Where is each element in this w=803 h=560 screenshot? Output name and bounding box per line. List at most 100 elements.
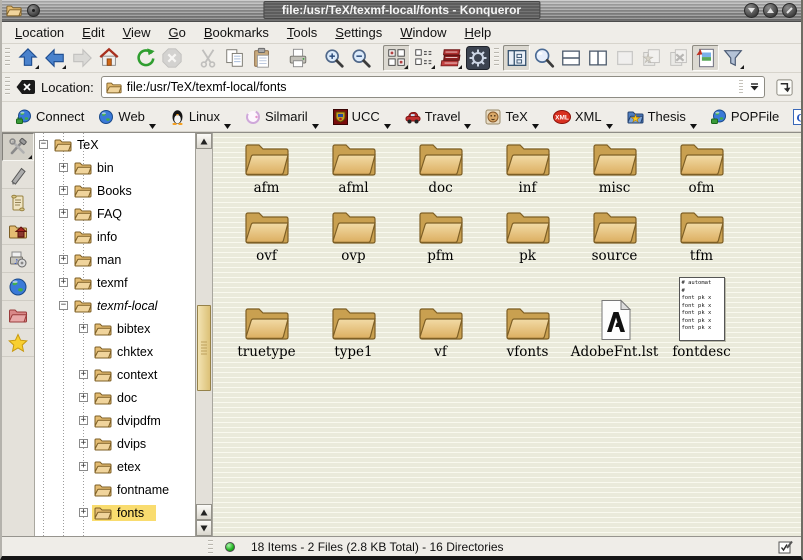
tree-item[interactable]: + Books <box>35 179 195 202</box>
menu-item[interactable]: Location <box>6 23 73 42</box>
sticky-button[interactable] <box>27 4 40 17</box>
sidebar-tab-services[interactable]: ♪ <box>2 245 34 273</box>
home-button[interactable] <box>95 45 122 71</box>
bookmark-travel[interactable]: Travel <box>398 102 479 131</box>
file-item[interactable]: type1 <box>310 305 397 360</box>
file-item[interactable]: vfonts <box>484 305 571 360</box>
tree-item[interactable]: − TeX <box>35 133 195 156</box>
menu-item[interactable]: Tools <box>278 23 326 42</box>
menu-item[interactable]: Settings <box>326 23 391 42</box>
file-item[interactable]: ofm <box>658 141 745 196</box>
zoom-in-button[interactable] <box>320 45 347 71</box>
tree-item[interactable]: + fonts <box>35 501 195 524</box>
find-button[interactable] <box>530 45 557 71</box>
maximize-button[interactable] <box>763 3 778 18</box>
tree-item[interactable]: chktex <box>35 340 195 363</box>
tree-toggle[interactable]: + <box>59 255 68 264</box>
forward-button[interactable] <box>68 45 95 71</box>
file-item[interactable]: afm <box>223 141 310 196</box>
tree-item[interactable]: + context <box>35 363 195 386</box>
scroll-up-button[interactable] <box>196 133 212 149</box>
file-item[interactable]: AdobeFnt.lst <box>571 299 658 360</box>
icon-view-button[interactable] <box>383 45 410 71</box>
split-left-right-button[interactable] <box>584 45 611 71</box>
tree-toggle[interactable]: + <box>59 186 68 195</box>
file-item[interactable]: ovp <box>310 209 397 264</box>
toolbar-handle[interactable] <box>5 48 10 68</box>
titlebar[interactable]: file:/usr/TeX/texmf-local/fonts - Konque… <box>2 0 801 22</box>
scrollbar-thumb[interactable] <box>197 305 211 391</box>
sidebar-tab-bookmarks-star[interactable] <box>2 329 34 357</box>
toolbar-handle[interactable] <box>494 48 499 68</box>
location-combobox[interactable] <box>101 76 765 98</box>
file-item[interactable]: doc <box>397 141 484 196</box>
menu-item[interactable]: Help <box>456 23 501 42</box>
bookmark-connect[interactable]: Connect <box>9 102 91 131</box>
up-button[interactable] <box>14 45 41 71</box>
file-item[interactable]: # automat # font pk x font pk x font pk … <box>658 277 745 360</box>
tree-item[interactable]: info <box>35 225 195 248</box>
tree-toggle[interactable]: − <box>59 301 68 310</box>
tree-item[interactable]: + doc <box>35 386 195 409</box>
location-input[interactable] <box>122 80 739 94</box>
tree-toggle[interactable]: + <box>79 324 88 333</box>
tree-toggle[interactable]: + <box>59 163 68 172</box>
close-button[interactable] <box>782 3 797 18</box>
tree-item[interactable]: + texmf <box>35 271 195 294</box>
bookmark-tex[interactable]: TeX <box>478 102 545 131</box>
menu-item[interactable]: Go <box>160 23 195 42</box>
tree-item[interactable]: + bin <box>35 156 195 179</box>
tree-toggle[interactable]: + <box>79 370 88 379</box>
file-item[interactable]: ovf <box>223 209 310 264</box>
folder-view[interactable]: afm <box>212 133 801 536</box>
file-item[interactable]: pk <box>484 209 571 264</box>
file-item[interactable]: afml <box>310 141 397 196</box>
tree-toggle[interactable]: + <box>59 278 68 287</box>
stop-button[interactable] <box>158 45 185 71</box>
statusbar-settings-button[interactable] <box>778 540 793 554</box>
tree-toggle[interactable]: + <box>79 508 88 517</box>
tree-toggle[interactable]: + <box>79 439 88 448</box>
tree-item[interactable]: + man <box>35 248 195 271</box>
bookmark-web[interactable]: Web <box>91 102 163 131</box>
tree-scrollbar[interactable] <box>195 133 212 536</box>
scroll-up-button-2[interactable] <box>196 504 212 520</box>
tree-toggle[interactable]: + <box>79 416 88 425</box>
list-view-button[interactable] <box>410 45 437 71</box>
zoom-out-button[interactable] <box>347 45 374 71</box>
cut-button[interactable] <box>194 45 221 71</box>
split-top-bottom-button[interactable] <box>557 45 584 71</box>
sidebar-tab-history[interactable] <box>2 189 34 217</box>
tree-item[interactable]: + FAQ <box>35 202 195 225</box>
tree-item[interactable]: − texmf-local <box>35 294 195 317</box>
sidebar-toggle-button[interactable] <box>503 45 530 71</box>
gear-extension-button[interactable] <box>464 45 491 71</box>
bookmark-xml[interactable]: XML XML <box>546 102 620 131</box>
tree-toggle[interactable]: − <box>39 140 48 149</box>
tree-item[interactable]: + dvipdfm <box>35 409 195 432</box>
sidebar-tab-root-folder[interactable] <box>2 301 34 329</box>
close-view-button[interactable] <box>611 45 638 71</box>
sidebar-tab-home[interactable] <box>2 217 34 245</box>
menu-item[interactable]: Edit <box>73 23 113 42</box>
bookmark-thesis[interactable]: Thesis <box>620 102 704 131</box>
tree-item[interactable]: + etex <box>35 455 195 478</box>
thumbnail-preview-button[interactable] <box>692 45 719 71</box>
file-item[interactable]: truetype <box>223 305 310 360</box>
bookmark-silmaril[interactable]: Silmaril <box>238 102 326 131</box>
bookmark-popfile[interactable]: POPFile <box>704 102 786 131</box>
new-tab-button[interactable] <box>638 45 665 71</box>
print-button[interactable] <box>284 45 311 71</box>
bookmark-google[interactable]: G Google <box>786 102 803 131</box>
clear-location-button[interactable] <box>14 74 38 100</box>
reload-button[interactable] <box>131 45 158 71</box>
toolbar-handle[interactable] <box>5 77 10 97</box>
file-item[interactable]: tfm <box>658 209 745 264</box>
tree-item[interactable]: + dvips <box>35 432 195 455</box>
file-item[interactable]: misc <box>571 141 658 196</box>
scroll-down-button[interactable] <box>196 520 212 536</box>
window-menu-folder-icon[interactable] <box>6 4 22 17</box>
file-item[interactable]: pfm <box>397 209 484 264</box>
paste-button[interactable] <box>248 45 275 71</box>
tree-toggle[interactable]: + <box>79 462 88 471</box>
